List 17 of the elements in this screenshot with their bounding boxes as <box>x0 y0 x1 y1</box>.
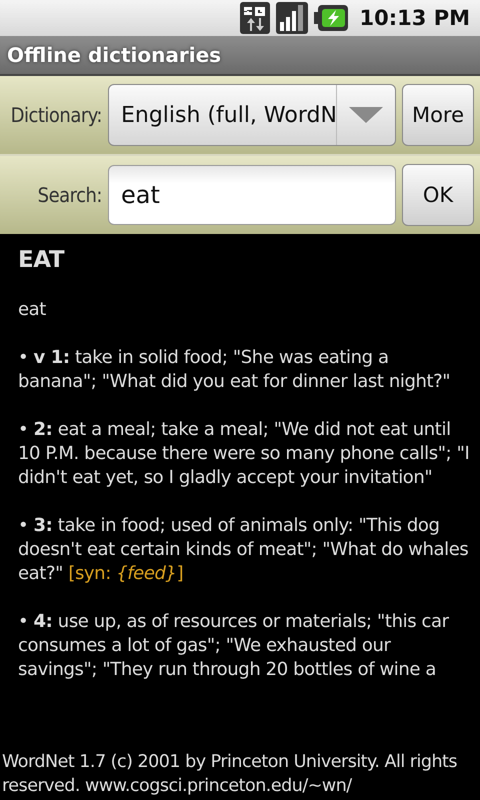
dictionary-dropdown[interactable]: English (full, WordN <box>108 84 396 146</box>
headword: EAT <box>18 248 66 272</box>
window-title: Offline dictionaries <box>7 43 222 67</box>
search-field[interactable]: eat <box>108 165 396 225</box>
signal-icon <box>276 2 308 34</box>
definition: • 4: use up, as of resources or materials; "this car consumes a lot of gas"; "We exhausted our savings"; "They run through 20 bottles of wine a <box>18 610 450 682</box>
dropdown-arrow-icon <box>349 107 383 123</box>
definition: • 2: eat a meal; take a meal; "We did not eat until 10 P.M. because there were so many phone calls"; "I didn't eat yet, so I gladly accept your invitation" <box>18 418 470 490</box>
search-label: Search: <box>36 183 102 207</box>
dictionary-label: Dictionary: <box>10 103 102 127</box>
definition: • v 1: take in solid food; "She was eating a banana"; "What did you eat for dinner last night?" <box>18 346 452 394</box>
ok-button[interactable]: OK <box>402 164 474 226</box>
more-button[interactable]: More <box>402 84 474 146</box>
battery-charging-icon <box>314 5 348 31</box>
status-time: 10:13 PM <box>360 6 470 30</box>
word: eat <box>18 298 47 322</box>
definition: • 3: take in food; used of animals only: "This dog doesn't eat certain kinds of meat"; "What do whales eat?" [syn: {feed}] <box>18 514 470 586</box>
